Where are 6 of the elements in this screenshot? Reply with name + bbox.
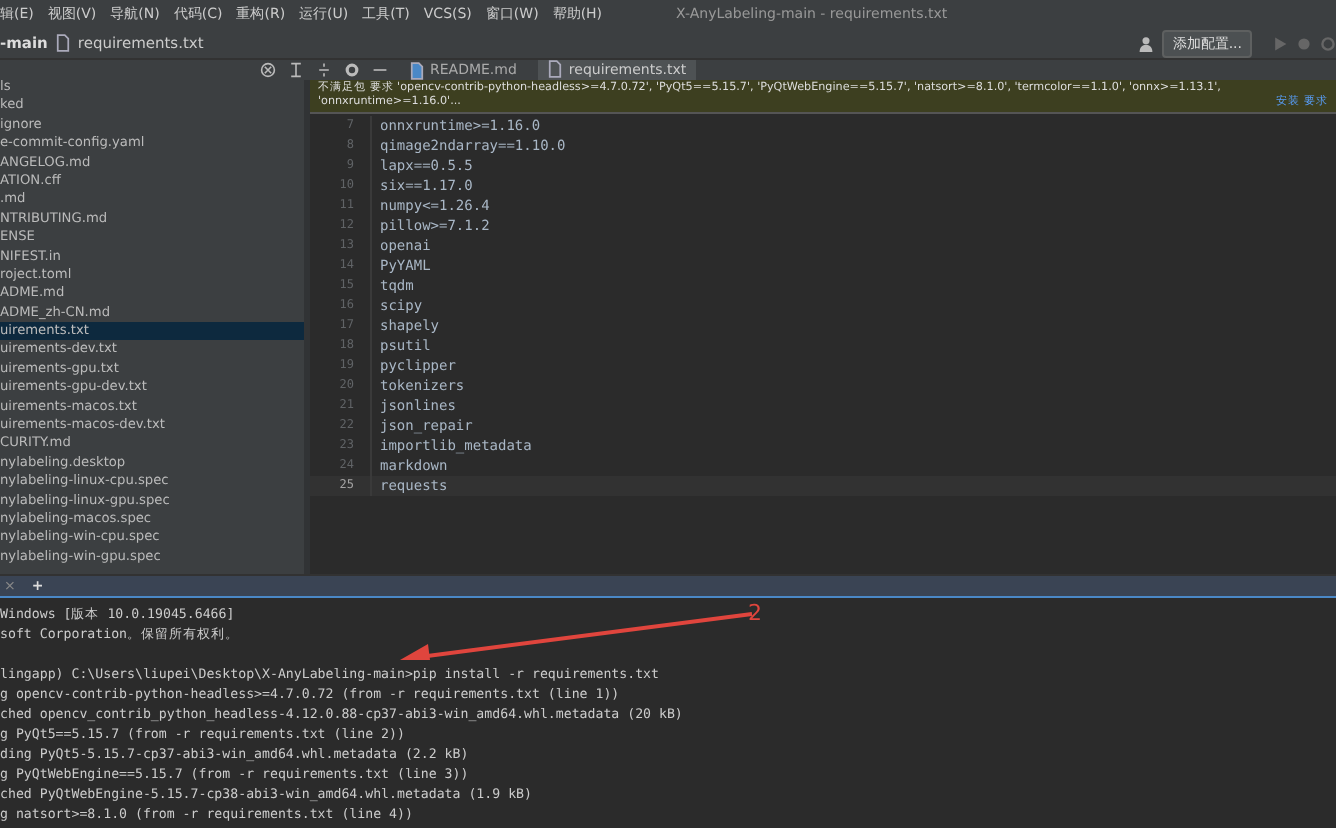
annotation-label: 2 (748, 600, 762, 626)
user-icon[interactable] (1138, 35, 1155, 51)
file-icon (410, 61, 424, 79)
settings-icon[interactable] (344, 62, 360, 78)
file-icon (55, 34, 70, 52)
file-icon (548, 60, 563, 78)
